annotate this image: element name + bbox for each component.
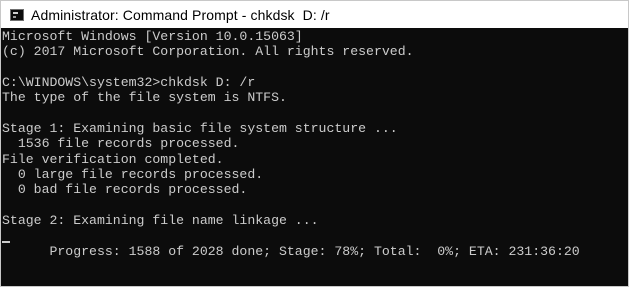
console-line: The type of the file system is NTFS. xyxy=(2,90,287,106)
command-prompt-window: Administrator: Command Prompt - chkdsk D… xyxy=(0,0,629,287)
window-title: Administrator: Command Prompt - chkdsk D… xyxy=(31,6,330,23)
console-line: File verification completed. xyxy=(2,151,224,167)
text-cursor xyxy=(2,241,10,244)
console-line: (c) 2017 Microsoft Corporation. All righ… xyxy=(2,44,414,60)
title-bar[interactable]: Administrator: Command Prompt - chkdsk D… xyxy=(1,1,628,28)
console-line: 0 large file records processed. xyxy=(2,167,264,183)
cmd-icon[interactable] xyxy=(10,8,24,21)
progress-text: Progress: 1588 of 2028 done; Stage: 78%;… xyxy=(49,243,580,259)
console-line: Microsoft Windows [Version 10.0.15063] xyxy=(2,29,303,44)
console-line: C:\WINDOWS\system32>chkdsk D: /r xyxy=(2,75,256,91)
console-output[interactable]: Microsoft Windows [Version 10.0.15063] (… xyxy=(2,28,627,286)
console-line: Stage 1: Examining basic file system str… xyxy=(2,121,398,137)
console-line: 1536 file records processed. xyxy=(2,136,240,152)
progress-line: Progress: 1588 of 2028 done; Stage: 78%;… xyxy=(2,228,627,259)
console-line: Stage 2: Examining file name linkage ... xyxy=(2,213,319,229)
console-line: 0 bad file records processed. xyxy=(2,182,248,198)
